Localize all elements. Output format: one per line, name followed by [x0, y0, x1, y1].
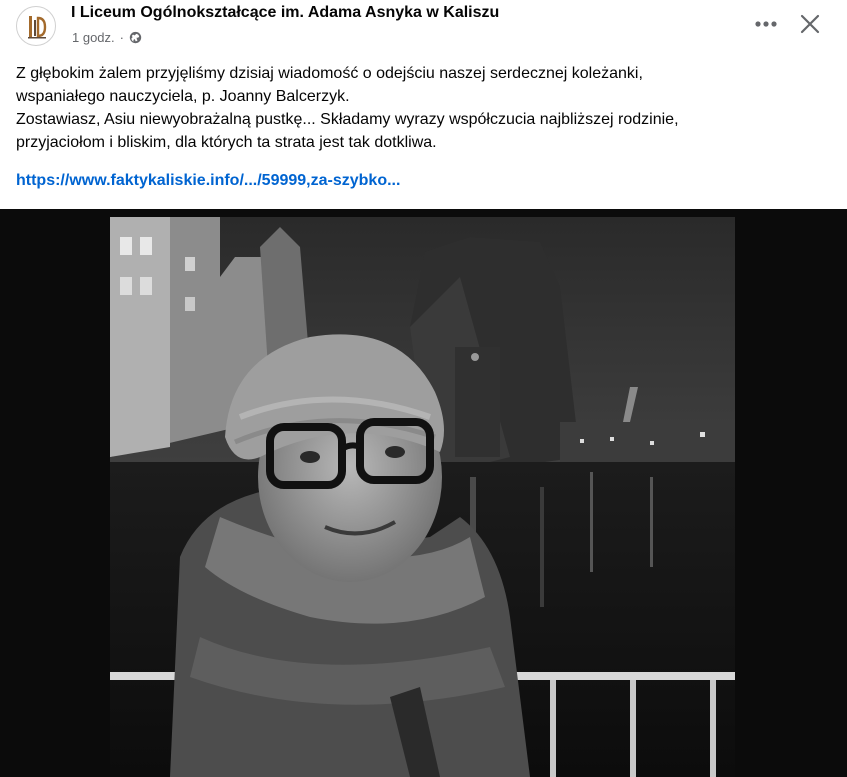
article-link[interactable]: https://www.faktykaliskie.info/.../59999… [16, 172, 400, 190]
post-text-line: Zostawiasz, Asiu niewyobrażalną pustkę..… [16, 111, 679, 128]
close-icon [800, 14, 820, 34]
post-media[interactable] [0, 209, 847, 777]
post-photo[interactable] [110, 217, 735, 777]
meta-separator: · [119, 30, 124, 45]
post-text-line: przyjaciołom i bliskim, dla których ta s… [16, 134, 437, 151]
close-button[interactable] [790, 4, 830, 44]
school-logo-icon [28, 16, 47, 39]
avatar[interactable] [16, 6, 56, 46]
more-options-button[interactable] [746, 6, 786, 42]
post-header: I Liceum Ogólnokształcące im. Adama Asny… [0, 0, 847, 60]
page-name[interactable]: I Liceum Ogólnokształcące im. Adama Asny… [71, 4, 499, 22]
post-text-line: Z głębokim żalem przyjęliśmy dzisiaj wia… [16, 65, 643, 82]
globe-icon[interactable] [129, 31, 142, 44]
post-meta: 1 godz. · [72, 30, 142, 45]
post-time[interactable]: 1 godz. [72, 30, 115, 45]
post-text-line: wspaniałego nauczyciela, p. Joanny Balce… [16, 88, 350, 105]
more-dots-icon [755, 21, 777, 27]
post-text: Z głębokim żalem przyjęliśmy dzisiaj wia… [16, 62, 816, 154]
